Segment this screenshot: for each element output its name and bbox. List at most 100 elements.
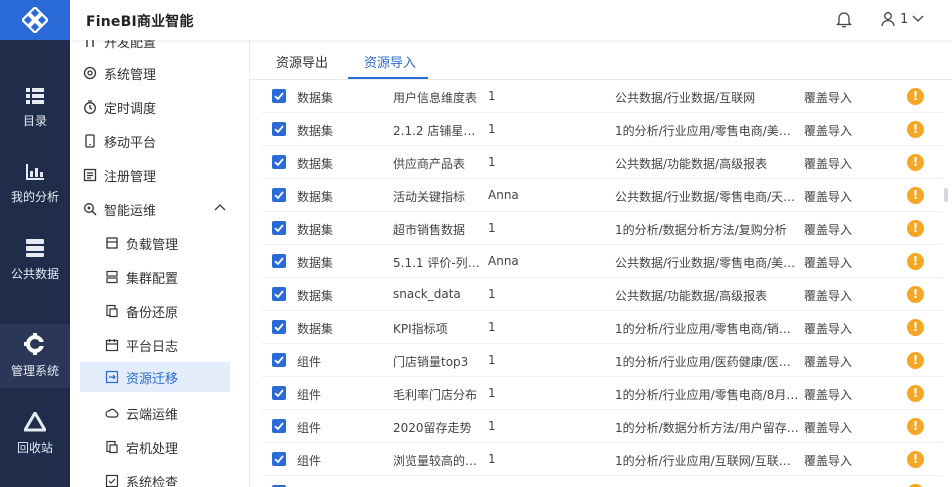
row-checkbox[interactable] bbox=[272, 254, 286, 268]
sidebar-item-label: 系统管理 bbox=[104, 67, 157, 83]
warning-icon[interactable]: ! bbox=[907, 121, 924, 138]
sidebar-item-schedule[interactable]: 定时调度 bbox=[82, 92, 230, 122]
warning-icon[interactable]: ! bbox=[907, 385, 924, 402]
import-mode[interactable]: 覆盖导入 bbox=[804, 89, 868, 106]
resource-owner: Anna bbox=[488, 254, 519, 268]
table-row[interactable]: 数据集 KPI指标项 1 1的分析/行业应用/零售电商/销售… 覆盖导入! bbox=[262, 311, 942, 344]
resource-type: 数据集 bbox=[297, 223, 334, 237]
table-row[interactable]: 组件 2020留存走势 1 1的分析/数据分析方法/用户留存… 覆盖导入! bbox=[262, 410, 942, 443]
user-menu[interactable]: 1 bbox=[880, 11, 924, 27]
sidebar-item-migration[interactable]: 资源迁移 bbox=[80, 362, 230, 392]
warning-icon[interactable]: ! bbox=[907, 253, 924, 270]
table-row[interactable]: 数据集 供应商产品表 1 公共数据/功能数据/高级报表 覆盖导入! bbox=[262, 146, 942, 179]
row-checkbox[interactable] bbox=[272, 122, 286, 136]
mobile-icon bbox=[82, 133, 98, 149]
sidebar-item-label: 宕机处理 bbox=[126, 441, 179, 457]
row-checkbox[interactable] bbox=[272, 320, 286, 334]
table-row[interactable]: 数据集 超市销售数据 1 1的分析/数据分析方法/复购分析 覆盖导入! bbox=[262, 212, 942, 245]
import-mode[interactable]: 覆盖导入 bbox=[804, 254, 868, 271]
table-row[interactable]: 组件1覆盖导入! bbox=[262, 476, 942, 487]
import-mode[interactable]: 覆盖导入 bbox=[804, 287, 868, 304]
import-mode[interactable]: 覆盖导入 bbox=[804, 122, 868, 139]
sidebar-item-dev-config[interactable]: 开发配置 bbox=[82, 40, 230, 56]
warning-icon[interactable]: ! bbox=[907, 154, 924, 171]
resource-name: 门店销量top3 bbox=[393, 355, 469, 369]
sidebar-item-crash[interactable]: 宕机处理 bbox=[104, 432, 230, 462]
settings-sidebar: 开发配置 系统管理 定时调度 移动平台 注册管理 智能运维 负载管理 集群配置 … bbox=[70, 40, 250, 487]
notification-button[interactable] bbox=[835, 11, 853, 31]
sidebar-item-load[interactable]: 负载管理 bbox=[104, 228, 230, 258]
warning-icon[interactable]: ! bbox=[907, 418, 924, 435]
logo-icon bbox=[22, 7, 48, 33]
sidebar-item-registration[interactable]: 注册管理 bbox=[82, 160, 230, 190]
warning-icon[interactable]: ! bbox=[907, 451, 924, 468]
sidebar-item-cloud-ops[interactable]: 云端运维 bbox=[104, 398, 230, 428]
database-icon bbox=[26, 239, 44, 257]
nav-label: 目录 bbox=[22, 114, 47, 128]
resource-name: 供应商产品表 bbox=[393, 157, 466, 171]
sidebar-item-label: 注册管理 bbox=[104, 169, 157, 185]
table-row[interactable]: 数据集 用户信息维度表 1 公共数据/行业数据/互联网 覆盖导入! bbox=[262, 80, 942, 113]
resource-owner: 1 bbox=[488, 221, 496, 235]
sidebar-item-cluster[interactable]: 集群配置 bbox=[104, 262, 230, 292]
import-mode[interactable]: 覆盖导入 bbox=[804, 452, 868, 469]
warning-icon[interactable]: ! bbox=[907, 352, 924, 369]
scrollbar[interactable] bbox=[944, 188, 948, 202]
user-name: 1 bbox=[900, 11, 909, 27]
load-icon bbox=[104, 235, 120, 251]
import-mode[interactable]: 覆盖导入 bbox=[804, 221, 868, 238]
import-mode[interactable]: 覆盖导入 bbox=[804, 353, 868, 370]
nav-item-management[interactable]: 管理系统 bbox=[0, 324, 70, 388]
sidebar-item-backup[interactable]: 备份还原 bbox=[104, 296, 230, 326]
import-mode[interactable]: 覆盖导入 bbox=[804, 386, 868, 403]
row-checkbox[interactable] bbox=[272, 386, 286, 400]
sidebar-item-label: 备份还原 bbox=[126, 305, 179, 321]
nav-item-catalog[interactable]: 目录 bbox=[0, 70, 70, 146]
nav-item-my-analysis[interactable]: 我的分析 bbox=[0, 146, 70, 222]
table-row[interactable]: 数据集 活动关键指标 Anna 公共数据/行业数据/零售电商/天猫… 覆盖导入! bbox=[262, 179, 942, 212]
row-checkbox[interactable] bbox=[272, 287, 286, 301]
nav-item-public-data[interactable]: 公共数据 bbox=[0, 222, 70, 298]
row-checkbox[interactable] bbox=[272, 155, 286, 169]
table-row[interactable]: 组件 毛利率门店分布 1 1的分析/行业应用/零售电商/8月… 覆盖导入! bbox=[262, 377, 942, 410]
resource-name: 用户信息维度表 bbox=[393, 91, 478, 105]
tab-resource-import[interactable]: 资源导入 bbox=[364, 52, 416, 71]
resource-path: 1的分析/行业应用/零售电商/销售… bbox=[615, 322, 801, 336]
warning-icon[interactable]: ! bbox=[907, 286, 924, 303]
sidebar-item-label: 集群配置 bbox=[126, 271, 179, 287]
table-row[interactable]: 组件 门店销量top3 1 1的分析/行业应用/医药健康/医药… 覆盖导入! bbox=[262, 344, 942, 377]
register-icon bbox=[82, 167, 98, 183]
warning-icon[interactable]: ! bbox=[907, 319, 924, 336]
tab-resource-export[interactable]: 资源导出 bbox=[276, 52, 328, 71]
row-checkbox[interactable] bbox=[272, 89, 286, 103]
chevron-up-icon[interactable] bbox=[214, 203, 226, 211]
import-mode[interactable]: 覆盖导入 bbox=[804, 419, 868, 436]
row-checkbox[interactable] bbox=[272, 452, 286, 466]
table-row[interactable]: 数据集 5.1.1 评价-列转行 Anna 公共数据/行业数据/零售电商/美团… 覆盖导… bbox=[262, 245, 942, 278]
sidebar-item-check[interactable]: 系统检查 bbox=[104, 466, 230, 487]
row-checkbox[interactable] bbox=[272, 221, 286, 235]
sidebar-item-logs[interactable]: 平台日志 bbox=[104, 330, 230, 360]
sidebar-item-smart-ops[interactable]: 智能运维 bbox=[82, 194, 230, 224]
resource-path: 1的分析/行业应用/互联网/互联网… bbox=[615, 454, 801, 468]
sidebar-item-system[interactable]: 系统管理 bbox=[82, 58, 230, 88]
resource-owner: 1 bbox=[488, 287, 496, 301]
import-mode[interactable]: 覆盖导入 bbox=[804, 155, 868, 172]
warning-icon[interactable]: ! bbox=[907, 220, 924, 237]
import-mode[interactable]: 覆盖导入 bbox=[804, 188, 868, 205]
warning-icon[interactable]: ! bbox=[907, 187, 924, 204]
logo[interactable] bbox=[0, 0, 70, 40]
row-checkbox[interactable] bbox=[272, 188, 286, 202]
table-row[interactable]: 数据集 snack_data 1 公共数据/功能数据/高级报表 覆盖导入! bbox=[262, 278, 942, 311]
import-mode[interactable]: 覆盖导入 bbox=[804, 320, 868, 337]
table-row[interactable]: 组件 浏览量较高的… 1 1的分析/行业应用/互联网/互联网… 覆盖导入! bbox=[262, 443, 942, 476]
sidebar-item-mobile[interactable]: 移动平台 bbox=[82, 126, 230, 156]
resource-path: 1的分析/数据分析方法/复购分析 bbox=[615, 223, 787, 237]
table-row[interactable]: 数据集 2.1.2 店铺星级-… 1 1的分析/行业应用/零售电商/美团/… 覆盖导入! bbox=[262, 113, 942, 146]
nav-item-recycle[interactable]: 回收站 bbox=[0, 396, 70, 472]
row-checkbox[interactable] bbox=[272, 419, 286, 433]
warning-icon[interactable]: ! bbox=[907, 88, 924, 105]
resource-name: snack_data bbox=[393, 287, 461, 301]
cluster-icon bbox=[104, 269, 120, 285]
row-checkbox[interactable] bbox=[272, 353, 286, 367]
